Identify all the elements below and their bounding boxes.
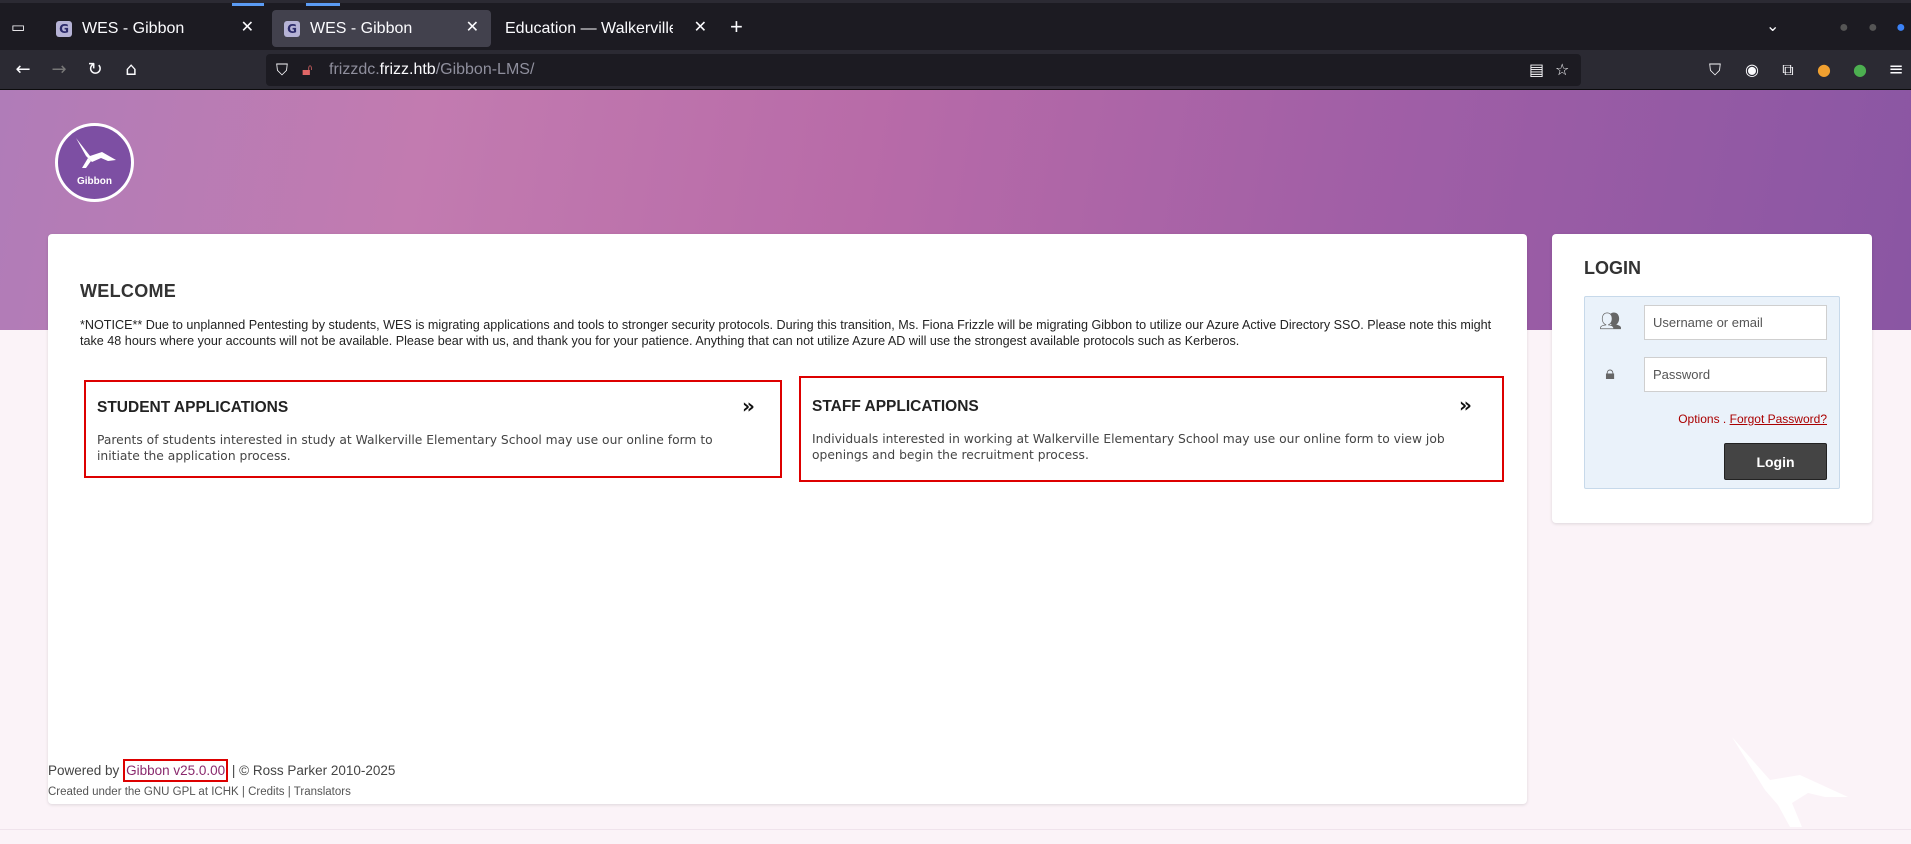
login-links: Options . Forgot Password? xyxy=(1678,412,1827,426)
powered-by-text: Powered by xyxy=(48,763,120,778)
pocket-icon[interactable]: ⛉ xyxy=(1703,59,1727,81)
lock-icon[interactable]: 🔓︎ xyxy=(302,60,312,80)
wappalyzer-icon[interactable]: ● xyxy=(1848,59,1872,81)
footer-row-powered: Powered by Gibbon v25.0.00 | © Ross Park… xyxy=(48,759,396,782)
tab-title: WES - Gibbon xyxy=(82,19,185,37)
tab-list-icon[interactable]: ▭ xyxy=(11,18,25,38)
gibbon-logo[interactable]: Gibbon xyxy=(55,123,134,202)
page: Gibbon WELCOME *NOTICE** Due to unplanne… xyxy=(0,90,1911,844)
gpl-text: Created under the GNU GPL at xyxy=(48,786,209,798)
login-form: 👥︎ 🔒︎ Options . Forgot Password? Login xyxy=(1584,296,1840,489)
gibbon-version-link[interactable]: Gibbon v25.0.00 xyxy=(123,759,229,782)
chevron-right-double-icon[interactable]: » xyxy=(742,394,755,418)
browser-tab-bar: ▭ G WES - Gibbon ✕ G WES - Gibbon ✕ Educ… xyxy=(0,0,1911,50)
chevron-down-icon[interactable]: ⌄ xyxy=(1766,17,1779,37)
login-title: LOGIN xyxy=(1584,258,1641,278)
home-icon[interactable]: ⌂ xyxy=(119,59,143,81)
gibbon-favicon-icon: G xyxy=(284,20,300,37)
student-applications-title: STUDENT APPLICATIONS xyxy=(97,399,289,416)
minimize-window-icon[interactable]: ● xyxy=(1839,18,1849,38)
url-text[interactable]: frizzdc.frizz.htb/Gibbon-LMS/ xyxy=(329,61,534,79)
tab-close-icon[interactable]: ✕ xyxy=(694,19,707,37)
new-tab-icon[interactable]: + xyxy=(730,16,743,38)
tab-close-icon[interactable]: ✕ xyxy=(241,19,254,37)
notice-text: *NOTICE** Due to unplanned Pentesting by… xyxy=(80,318,1492,348)
translators-link[interactable]: Translators xyxy=(294,786,351,798)
chevron-right-double-icon[interactable]: » xyxy=(1459,393,1472,417)
forward-icon[interactable]: → xyxy=(47,59,71,81)
menu-icon[interactable]: ≡ xyxy=(1884,59,1908,81)
gibbon-watermark-icon xyxy=(1732,737,1848,827)
staff-applications-description: Individuals interested in working at Wal… xyxy=(812,432,1445,462)
browser-tab[interactable]: Education — Walkerville Elem ✕ xyxy=(493,10,715,47)
tab-title: WES - Gibbon xyxy=(310,19,413,37)
browser-tab-active[interactable]: G WES - Gibbon ✕ xyxy=(272,10,491,47)
footer-separator: | xyxy=(287,786,291,798)
tab-title: Education — Walkerville Elem xyxy=(505,19,673,37)
shield-icon[interactable]: ⛉ xyxy=(276,60,288,80)
password-input[interactable] xyxy=(1644,357,1827,392)
staff-applications-title: STAFF APPLICATIONS xyxy=(812,398,979,415)
browser-tab[interactable]: G WES - Gibbon ✕ xyxy=(44,10,266,47)
options-link[interactable]: Options xyxy=(1678,412,1719,426)
tab-loading-indicator xyxy=(232,3,264,6)
url-host: frizz.htb xyxy=(379,61,436,78)
logo-text: Gibbon xyxy=(77,176,112,187)
ichk-link[interactable]: ICHK xyxy=(211,786,238,798)
close-window-icon[interactable]: ● xyxy=(1896,18,1906,38)
extensions-icon[interactable]: ⧉ xyxy=(1776,59,1800,81)
foxyproxy-icon[interactable]: ● xyxy=(1812,59,1836,81)
student-applications-card[interactable]: STUDENT APPLICATIONS » Parents of studen… xyxy=(84,380,782,478)
student-applications-description: Parents of students interested in study … xyxy=(97,433,713,463)
maximize-window-icon[interactable]: ● xyxy=(1868,18,1878,38)
login-card: LOGIN 👥︎ 🔒︎ Options . Forgot Password? L… xyxy=(1552,234,1872,523)
gibbon-favicon-icon: G xyxy=(56,20,72,37)
tab-close-icon[interactable]: ✕ xyxy=(466,19,479,37)
staff-applications-card[interactable]: STAFF APPLICATIONS » Individuals interes… xyxy=(799,376,1504,482)
login-links-separator: . xyxy=(1722,412,1727,426)
welcome-title: WELCOME xyxy=(80,281,177,301)
reload-icon[interactable]: ↻ xyxy=(83,59,107,81)
users-icon: 👥︎ xyxy=(1599,311,1622,332)
footer-separator: | xyxy=(241,786,245,798)
tab-loading-indicator xyxy=(306,3,340,6)
welcome-card: WELCOME *NOTICE** Due to unplanned Pente… xyxy=(48,234,1527,804)
copyright-text: | © Ross Parker 2010-2025 xyxy=(231,763,396,778)
username-input[interactable] xyxy=(1644,305,1827,340)
gibbon-logo-icon xyxy=(76,138,116,168)
url-path: /Gibbon-LMS/ xyxy=(435,61,535,78)
footer-row-credits: Created under the GNU GPL at ICHK | Cred… xyxy=(48,786,351,798)
url-prefix: frizzdc. xyxy=(329,61,380,78)
forgot-password-link[interactable]: Forgot Password? xyxy=(1730,412,1827,426)
bookmark-star-icon[interactable]: ☆ xyxy=(1555,60,1569,80)
account-icon[interactable]: ◉ xyxy=(1740,59,1764,81)
browser-nav-bar: ← → ↻ ⌂ ⛉ 🔓︎ frizzdc.frizz.htb/Gibbon-LM… xyxy=(0,50,1911,90)
footer-divider xyxy=(0,829,1911,830)
credits-link[interactable]: Credits xyxy=(248,786,284,798)
login-button[interactable]: Login xyxy=(1724,443,1827,480)
lock-icon: 🔒︎ xyxy=(1605,363,1615,384)
back-icon[interactable]: ← xyxy=(11,59,35,81)
address-bar[interactable]: ⛉ 🔓︎ frizzdc.frizz.htb/Gibbon-LMS/ ▤ ☆ xyxy=(266,54,1581,86)
reader-view-icon[interactable]: ▤ xyxy=(1529,60,1544,80)
